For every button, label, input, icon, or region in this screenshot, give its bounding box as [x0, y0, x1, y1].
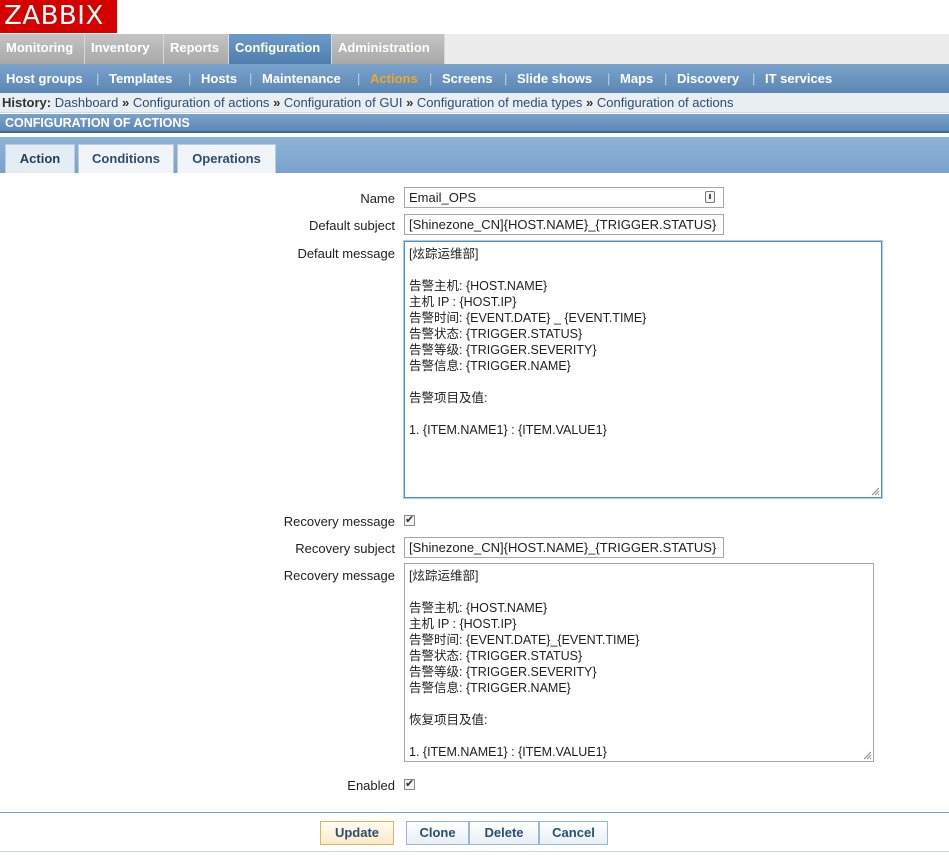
history-label: History: [2, 95, 52, 110]
enabled-label: Enabled [347, 778, 395, 793]
sub-nav-actions[interactable]: Actions [370, 64, 418, 93]
default-subject-label: Default subject [309, 218, 395, 233]
default-message-label: Default message [297, 246, 395, 261]
recovery-message-textarea[interactable]: [炫踪运维部] 告警主机: {HOST.NAME} 主机 IP : {HOST.… [404, 563, 874, 762]
resize-grip-icon[interactable] [863, 751, 872, 760]
breadcrumb-link-configuration-of-gui[interactable]: Configuration of GUI [284, 95, 403, 110]
default-message-text: [炫踪运维部] 告警主机: {HOST.NAME} 主机 IP : {HOST.… [409, 247, 647, 437]
sub-nav-separator: | [429, 71, 433, 86]
name-label: Name [360, 191, 395, 206]
zabbix-logo[interactable]: ZABBIX [0, 0, 117, 33]
sub-nav-separator: | [249, 71, 253, 86]
breadcrumb-link-configuration-of-media-types[interactable]: Configuration of media types [417, 95, 582, 110]
sub-nav-separator: | [607, 71, 611, 86]
form-tabs: Action Conditions Operations [0, 137, 949, 173]
sub-nav-hosts[interactable]: Hosts [201, 64, 237, 93]
sub-nav-separator: | [357, 71, 361, 86]
sub-nav-it-services[interactable]: IT services [765, 64, 832, 93]
update-button[interactable]: Update [320, 821, 394, 845]
sub-nav-screens[interactable]: Screens [442, 64, 493, 93]
default-subject-input[interactable]: [Shinezone_CN]{HOST.NAME}_{TRIGGER.STATU… [404, 214, 724, 235]
breadcrumb-separator: » [273, 95, 281, 110]
sub-nav-separator: | [188, 71, 192, 86]
delete-button[interactable]: Delete [469, 821, 539, 845]
sub-nav-separator: | [96, 71, 100, 86]
breadcrumb-link-configuration-of-actions[interactable]: Configuration of actions [133, 95, 270, 110]
recovery-subject-input[interactable]: [Shinezone_CN]{HOST.NAME}_{TRIGGER.STATU… [404, 537, 724, 558]
cancel-button[interactable]: Cancel [539, 821, 608, 845]
name-input-value: Email_OPS [409, 190, 477, 205]
breadcrumb-link-configuration-of-actions-2[interactable]: Configuration of actions [597, 95, 734, 110]
sub-nav-separator: | [504, 71, 508, 86]
resize-grip-icon[interactable] [871, 487, 880, 496]
sub-nav-separator: | [752, 71, 756, 86]
tab-operations[interactable]: Operations [177, 144, 276, 173]
breadcrumb-separator: » [406, 95, 414, 110]
tab-action[interactable]: Action [5, 144, 75, 173]
breadcrumb-separator: » [121, 95, 130, 110]
sub-nav-discovery[interactable]: Discovery [677, 64, 739, 93]
enabled-checkbox[interactable] [404, 777, 415, 790]
main-nav-reports[interactable]: Reports [164, 34, 229, 64]
header: ZABBIX [0, 0, 949, 34]
sub-nav: Host groups | Templates | Hosts | Mainte… [0, 64, 949, 93]
recovery-message-text: [炫踪运维部] 告警主机: {HOST.NAME} 主机 IP : {HOST.… [409, 569, 640, 759]
recovery-message-checkbox[interactable] [404, 513, 415, 526]
recovery-message-checkbox-label: Recovery message [283, 514, 395, 529]
footer-bottom-divider [0, 851, 949, 852]
sub-nav-maintenance[interactable]: Maintenance [262, 64, 341, 93]
name-input[interactable]: Email_OPS [404, 187, 724, 208]
main-nav-monitoring[interactable]: Monitoring [0, 34, 85, 64]
sub-nav-templates[interactable]: Templates [109, 64, 172, 93]
breadcrumb-separator: » [586, 95, 594, 110]
sub-nav-maps[interactable]: Maps [620, 64, 653, 93]
breadcrumb-link-dashboard[interactable]: Dashboard [55, 95, 119, 110]
password-manager-icon[interactable] [705, 191, 715, 203]
recovery-subject-label: Recovery subject [295, 541, 395, 556]
sub-nav-separator: | [664, 71, 668, 86]
sub-nav-host-groups[interactable]: Host groups [6, 64, 83, 93]
main-nav-configuration[interactable]: Configuration [229, 34, 332, 64]
footer-divider [0, 812, 949, 813]
tab-conditions[interactable]: Conditions [78, 144, 174, 173]
breadcrumb: History: Dashboard » Configuration of ac… [0, 93, 949, 113]
recovery-message-label: Recovery message [283, 568, 395, 583]
main-nav-inventory[interactable]: Inventory [85, 34, 164, 64]
clone-button[interactable]: Clone [406, 821, 469, 845]
main-nav-administration[interactable]: Administration [332, 34, 445, 64]
page-title: CONFIGURATION OF ACTIONS [0, 114, 949, 133]
default-message-textarea[interactable]: [炫踪运维部] 告警主机: {HOST.NAME} 主机 IP : {HOST.… [404, 241, 882, 498]
main-nav: Monitoring Inventory Reports Configurati… [0, 34, 949, 64]
sub-nav-slide-shows[interactable]: Slide shows [517, 64, 592, 93]
